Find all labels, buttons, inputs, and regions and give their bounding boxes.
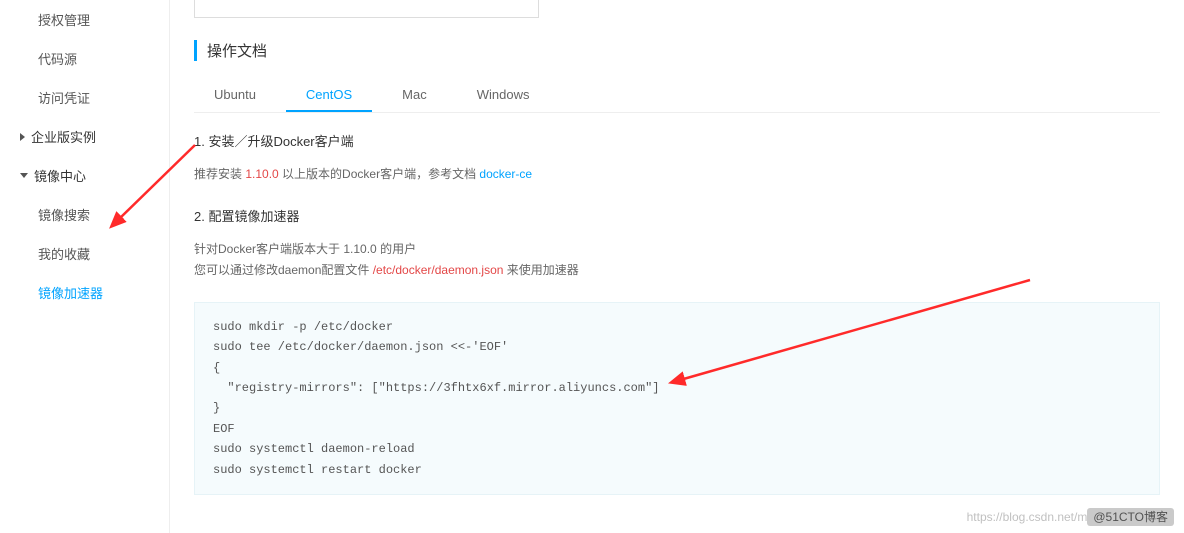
sidebar-item-accelerator[interactable]: 镜像加速器 <box>0 273 169 312</box>
sidebar-item-label: 镜像中心 <box>34 166 86 185</box>
tab-windows[interactable]: Windows <box>457 79 550 112</box>
chevron-right-icon <box>20 133 25 141</box>
sidebar-item-label: 我的收藏 <box>38 244 90 263</box>
sidebar-item-mirror-center[interactable]: 镜像中心 <box>0 156 169 195</box>
sidebar-item-label: 授权管理 <box>38 10 90 29</box>
sidebar-item-enterprise[interactable]: 企业版实例 <box>0 117 169 156</box>
sidebar-item-auth[interactable]: 授权管理 <box>0 0 169 39</box>
tab-centos[interactable]: CentOS <box>286 79 372 112</box>
text: 推荐安装 <box>194 167 245 181</box>
text: 的用户 <box>377 242 416 256</box>
step1-heading: 1. 安装／升级Docker客户端 <box>194 131 1160 150</box>
text: 1.10.0 <box>343 242 376 256</box>
step2-desc: 针对Docker客户端版本大于 1.10.0 的用户 您可以通过修改daemon… <box>194 239 1160 282</box>
version-text: 1.10.0 <box>245 167 278 181</box>
tab-ubuntu[interactable]: Ubuntu <box>194 79 276 112</box>
sidebar-item-label: 镜像搜索 <box>38 205 90 224</box>
main-content: 操作文档 Ubuntu CentOS Mac Windows 1. 安装／升级D… <box>170 0 1184 533</box>
sidebar-item-label: 镜像加速器 <box>38 283 103 302</box>
text: 您可以通过修改daemon配置文件 <box>194 263 373 277</box>
tab-mac[interactable]: Mac <box>382 79 447 112</box>
text: 以上版本的Docker客户端，参考文档 <box>279 167 480 181</box>
watermark-light: https://blog.csdn.net/m <box>967 510 1088 524</box>
chevron-down-icon <box>20 173 28 178</box>
sidebar: 授权管理 代码源 访问凭证 企业版实例 镜像中心 镜像搜索 我的收藏 镜像加速器 <box>0 0 170 533</box>
sidebar-item-label: 访问凭证 <box>38 88 90 107</box>
os-tabs: Ubuntu CentOS Mac Windows <box>194 79 1160 113</box>
sidebar-item-label: 企业版实例 <box>31 127 96 146</box>
info-box <box>194 0 539 18</box>
sidebar-item-credentials[interactable]: 访问凭证 <box>0 78 169 117</box>
text: 针对Docker客户端版本大于 <box>194 242 343 256</box>
sidebar-item-label: 代码源 <box>38 49 77 68</box>
code-block[interactable]: sudo mkdir -p /etc/docker sudo tee /etc/… <box>194 302 1160 495</box>
docker-ce-link[interactable]: docker-ce <box>479 167 532 181</box>
sidebar-item-favorites[interactable]: 我的收藏 <box>0 234 169 273</box>
step1-desc: 推荐安装 1.10.0 以上版本的Docker客户端，参考文档 docker-c… <box>194 164 1160 186</box>
section-title: 操作文档 <box>194 40 1160 61</box>
watermark: https://blog.csdn.net/m@51CTO博客 <box>967 508 1174 525</box>
config-path-text: /etc/docker/daemon.json <box>373 263 504 277</box>
sidebar-item-mirror-search[interactable]: 镜像搜索 <box>0 195 169 234</box>
step2-heading: 2. 配置镜像加速器 <box>194 206 1160 225</box>
watermark-dark: @51CTO博客 <box>1087 508 1174 526</box>
sidebar-item-codesource[interactable]: 代码源 <box>0 39 169 78</box>
text: 来使用加速器 <box>503 263 578 277</box>
